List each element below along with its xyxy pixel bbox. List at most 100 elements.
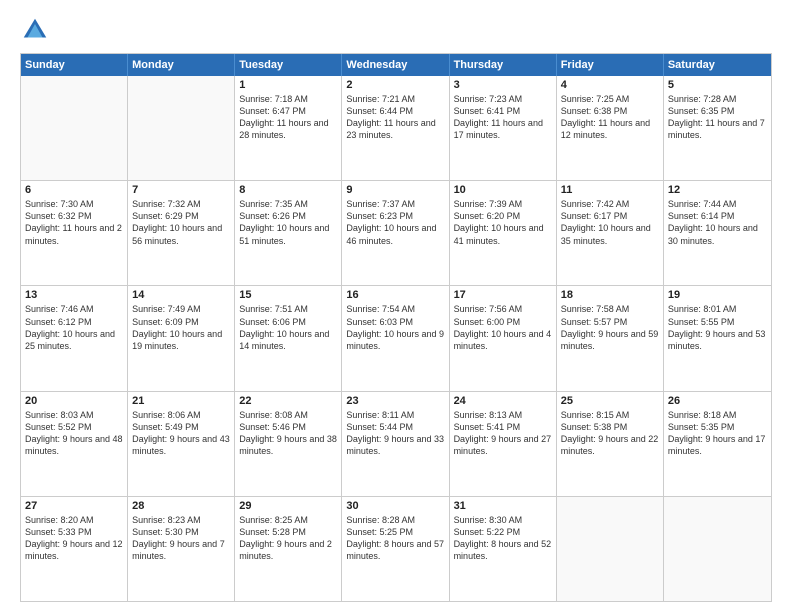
cell-details: Sunrise: 7:25 AM Sunset: 6:38 PM Dayligh… [561, 93, 659, 142]
day-number: 26 [668, 395, 767, 407]
day-cell-15: 15 Sunrise: 7:51 AM Sunset: 6:06 PM Dayli… [235, 286, 342, 390]
day-number: 24 [454, 395, 552, 407]
day-cell-24: 24 Sunrise: 8:13 AM Sunset: 5:41 PM Dayli… [450, 392, 557, 496]
day-cell-30: 30 Sunrise: 8:28 AM Sunset: 5:25 PM Dayli… [342, 497, 449, 601]
empty-cell [557, 497, 664, 601]
empty-cell [664, 497, 771, 601]
cell-details: Sunrise: 8:13 AM Sunset: 5:41 PM Dayligh… [454, 409, 552, 458]
day-number: 9 [346, 184, 444, 196]
day-cell-29: 29 Sunrise: 8:25 AM Sunset: 5:28 PM Dayli… [235, 497, 342, 601]
calendar-row-4: 20 Sunrise: 8:03 AM Sunset: 5:52 PM Dayli… [21, 391, 771, 496]
calendar-row-5: 27 Sunrise: 8:20 AM Sunset: 5:33 PM Dayli… [21, 496, 771, 601]
cell-details: Sunrise: 8:25 AM Sunset: 5:28 PM Dayligh… [239, 514, 337, 563]
cell-details: Sunrise: 7:32 AM Sunset: 6:29 PM Dayligh… [132, 198, 230, 247]
cell-details: Sunrise: 7:49 AM Sunset: 6:09 PM Dayligh… [132, 303, 230, 352]
cell-details: Sunrise: 7:28 AM Sunset: 6:35 PM Dayligh… [668, 93, 767, 142]
weekday-header-saturday: Saturday [664, 54, 771, 76]
cell-details: Sunrise: 8:18 AM Sunset: 5:35 PM Dayligh… [668, 409, 767, 458]
day-number: 7 [132, 184, 230, 196]
day-number: 27 [25, 500, 123, 512]
weekday-header-wednesday: Wednesday [342, 54, 449, 76]
cell-details: Sunrise: 8:20 AM Sunset: 5:33 PM Dayligh… [25, 514, 123, 563]
day-cell-11: 11 Sunrise: 7:42 AM Sunset: 6:17 PM Dayli… [557, 181, 664, 285]
day-cell-23: 23 Sunrise: 8:11 AM Sunset: 5:44 PM Dayli… [342, 392, 449, 496]
calendar-row-2: 6Sunrise: 7:30 AM Sunset: 6:32 PM Daylig… [21, 180, 771, 285]
weekday-header-friday: Friday [557, 54, 664, 76]
cell-details: Sunrise: 8:03 AM Sunset: 5:52 PM Dayligh… [25, 409, 123, 458]
day-cell-3: 3 Sunrise: 7:23 AM Sunset: 6:41 PM Daylig… [450, 76, 557, 180]
day-cell-16: 16Sunrise: 7:54 AM Sunset: 6:03 PM Dayli… [342, 286, 449, 390]
day-cell-20: 20 Sunrise: 8:03 AM Sunset: 5:52 PM Dayli… [21, 392, 128, 496]
day-number: 10 [454, 184, 552, 196]
day-number: 20 [25, 395, 123, 407]
calendar: SundayMondayTuesdayWednesdayThursdayFrid… [20, 53, 772, 602]
cell-details: Sunrise: 8:06 AM Sunset: 5:49 PM Dayligh… [132, 409, 230, 458]
day-cell-9: 9 Sunrise: 7:37 AM Sunset: 6:23 PM Daylig… [342, 181, 449, 285]
cell-details: Sunrise: 7:35 AM Sunset: 6:26 PM Dayligh… [239, 198, 337, 247]
day-cell-31: 31 Sunrise: 8:30 AM Sunset: 5:22 PM Dayli… [450, 497, 557, 601]
day-cell-10: 10Sunrise: 7:39 AM Sunset: 6:20 PM Dayli… [450, 181, 557, 285]
day-cell-26: 26 Sunrise: 8:18 AM Sunset: 5:35 PM Dayli… [664, 392, 771, 496]
cell-details: Sunrise: 8:28 AM Sunset: 5:25 PM Dayligh… [346, 514, 444, 563]
cell-details: Sunrise: 8:01 AM Sunset: 5:55 PM Dayligh… [668, 303, 767, 352]
day-cell-18: 18Sunrise: 7:58 AM Sunset: 5:57 PM Dayli… [557, 286, 664, 390]
empty-cell [21, 76, 128, 180]
day-cell-13: 13 Sunrise: 7:46 AM Sunset: 6:12 PM Dayli… [21, 286, 128, 390]
cell-details: Sunrise: 7:37 AM Sunset: 6:23 PM Dayligh… [346, 198, 444, 247]
cell-details: Sunrise: 8:11 AM Sunset: 5:44 PM Dayligh… [346, 409, 444, 458]
day-cell-22: 22 Sunrise: 8:08 AM Sunset: 5:46 PM Dayli… [235, 392, 342, 496]
logo-icon [20, 15, 50, 45]
day-cell-7: 7 Sunrise: 7:32 AM Sunset: 6:29 PM Daylig… [128, 181, 235, 285]
day-number: 1 [239, 79, 337, 91]
day-number: 11 [561, 184, 659, 196]
day-number: 31 [454, 500, 552, 512]
day-cell-4: 4 Sunrise: 7:25 AM Sunset: 6:38 PM Daylig… [557, 76, 664, 180]
day-number: 22 [239, 395, 337, 407]
day-number: 25 [561, 395, 659, 407]
day-number: 13 [25, 289, 123, 301]
cell-details: Sunrise: 8:30 AM Sunset: 5:22 PM Dayligh… [454, 514, 552, 563]
day-cell-5: 5 Sunrise: 7:28 AM Sunset: 6:35 PM Daylig… [664, 76, 771, 180]
calendar-row-3: 13 Sunrise: 7:46 AM Sunset: 6:12 PM Dayli… [21, 285, 771, 390]
day-number: 15 [239, 289, 337, 301]
weekday-header-monday: Monday [128, 54, 235, 76]
day-cell-21: 21 Sunrise: 8:06 AM Sunset: 5:49 PM Dayli… [128, 392, 235, 496]
cell-details: Sunrise: 7:46 AM Sunset: 6:12 PM Dayligh… [25, 303, 123, 352]
day-number: 18 [561, 289, 659, 301]
day-cell-28: 28Sunrise: 8:23 AM Sunset: 5:30 PM Dayli… [128, 497, 235, 601]
day-number: 4 [561, 79, 659, 91]
day-cell-27: 27 Sunrise: 8:20 AM Sunset: 5:33 PM Dayli… [21, 497, 128, 601]
cell-details: Sunrise: 7:56 AM Sunset: 6:00 PM Dayligh… [454, 303, 552, 352]
day-number: 16 [346, 289, 444, 301]
day-cell-1: 1 Sunrise: 7:18 AM Sunset: 6:47 PM Daylig… [235, 76, 342, 180]
day-number: 23 [346, 395, 444, 407]
empty-cell [128, 76, 235, 180]
day-cell-6: 6Sunrise: 7:30 AM Sunset: 6:32 PM Daylig… [21, 181, 128, 285]
day-cell-14: 14 Sunrise: 7:49 AM Sunset: 6:09 PM Dayli… [128, 286, 235, 390]
day-number: 19 [668, 289, 767, 301]
day-number: 3 [454, 79, 552, 91]
calendar-row-1: 1 Sunrise: 7:18 AM Sunset: 6:47 PM Daylig… [21, 76, 771, 180]
cell-details: Sunrise: 7:42 AM Sunset: 6:17 PM Dayligh… [561, 198, 659, 247]
day-number: 30 [346, 500, 444, 512]
cell-details: Sunrise: 8:15 AM Sunset: 5:38 PM Dayligh… [561, 409, 659, 458]
cell-details: Sunrise: 8:23 AM Sunset: 5:30 PM Dayligh… [132, 514, 230, 563]
logo [20, 15, 56, 45]
cell-details: Sunrise: 7:23 AM Sunset: 6:41 PM Dayligh… [454, 93, 552, 142]
cell-details: Sunrise: 7:51 AM Sunset: 6:06 PM Dayligh… [239, 303, 337, 352]
cell-details: Sunrise: 7:30 AM Sunset: 6:32 PM Dayligh… [25, 198, 123, 247]
day-cell-25: 25 Sunrise: 8:15 AM Sunset: 5:38 PM Dayli… [557, 392, 664, 496]
day-number: 14 [132, 289, 230, 301]
cell-details: Sunrise: 8:08 AM Sunset: 5:46 PM Dayligh… [239, 409, 337, 458]
page: SundayMondayTuesdayWednesdayThursdayFrid… [0, 0, 792, 612]
calendar-header: SundayMondayTuesdayWednesdayThursdayFrid… [21, 54, 771, 76]
cell-details: Sunrise: 7:18 AM Sunset: 6:47 PM Dayligh… [239, 93, 337, 142]
day-number: 29 [239, 500, 337, 512]
header [20, 15, 772, 45]
day-number: 21 [132, 395, 230, 407]
day-cell-12: 12Sunrise: 7:44 AM Sunset: 6:14 PM Dayli… [664, 181, 771, 285]
day-cell-17: 17 Sunrise: 7:56 AM Sunset: 6:00 PM Dayli… [450, 286, 557, 390]
day-number: 17 [454, 289, 552, 301]
day-number: 5 [668, 79, 767, 91]
weekday-header-sunday: Sunday [21, 54, 128, 76]
